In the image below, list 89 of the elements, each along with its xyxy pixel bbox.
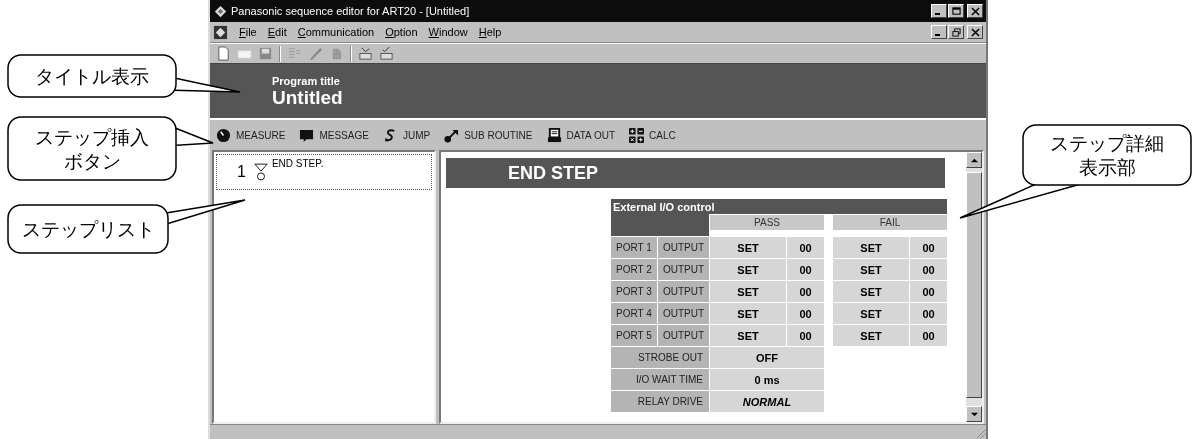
table-cell: PORT 3 [611,281,657,302]
minimize-button[interactable] [931,25,947,39]
program-title-value: Untitled [272,86,344,108]
stopwatch-icon [216,127,231,143]
table-cell: 00 [910,303,947,324]
step-insert-button[interactable]: JUMP [380,127,433,143]
callout-label: ボタン [63,148,121,173]
table-cell: PORT 2 [611,259,657,280]
maximize-button[interactable] [948,4,964,18]
table-cell: SET [710,325,786,346]
table-cell: RELAY DRIVE [611,391,709,412]
close-button[interactable] [967,4,983,18]
end-step-icon [253,163,268,181]
tray-check-icon[interactable] [379,46,394,61]
table-cell: 00 [910,281,947,302]
down-arrow-icon [970,410,978,418]
table-cell: SET [833,303,909,324]
table-cell: OUTPUT [658,281,709,302]
scrollbar-thumb[interactable] [966,172,982,398]
step-insert-button[interactable]: MESSAGE [297,127,371,143]
table-cell: SET [833,325,909,346]
restore-icon [951,27,961,37]
callout-label: ステップ挿入 [35,124,149,149]
tray-icon[interactable] [358,46,373,61]
ball-arrow-icon [444,127,460,143]
speech-bubble-icon [299,127,315,143]
table-cell: SET [710,259,786,280]
step-heading: END STEP [446,158,945,188]
table-cell: 00 [910,325,947,346]
table-cell: 00 [787,237,824,258]
step-insert-button[interactable]: DATA OUT [544,127,618,143]
table-cell: OUTPUT [658,259,709,280]
scroll-up-button[interactable] [966,152,982,168]
table-cell: OUTPUT [658,237,709,258]
table-cell: 00 [910,237,947,258]
table-cell: 00 [787,303,824,324]
table-cell: PORT 1 [611,237,657,258]
table-cell: 00 [787,259,824,280]
table-cell: OFF [710,347,824,368]
column-header: PASS [710,215,824,230]
callout-label: ステップリスト [21,217,155,241]
table-cell: SET [710,237,786,258]
restore-button[interactable] [948,25,964,39]
table-cell: SET [833,259,909,280]
minimize-icon [934,34,940,36]
callout-label: タイトル表示 [35,64,149,88]
menu-item[interactable]: File [239,26,257,38]
table-cell: SET [833,281,909,302]
table-cell: SET [710,303,786,324]
table-cell: 0 ms [710,369,824,390]
table-cell: 00 [910,259,947,280]
step-insert-button[interactable]: SUB ROUTINE [442,127,535,143]
table-title: External I/O control [611,199,947,214]
minimize-button[interactable] [931,4,947,18]
column-header: FAIL [833,215,947,230]
close-button[interactable] [967,25,983,39]
table-cell: STROBE OUT [611,347,709,368]
step-insert-button[interactable]: CALC [627,127,678,143]
maximize-icon [951,6,961,16]
table-cell: OUTPUT [658,325,709,346]
calculator-keys-icon [629,127,645,143]
table-cell: PORT 5 [611,325,657,346]
menu-item[interactable]: Window [428,26,468,38]
callout-label: 表示部 [1078,155,1136,179]
table-cell: SET [833,237,909,258]
resize-grip-icon [974,427,986,439]
menu-item[interactable]: Edit [267,26,287,38]
step-item[interactable]: 1 END STEP. [216,154,432,190]
minimize-icon [934,13,940,15]
menu-item[interactable]: Help [478,26,502,38]
new-file-icon[interactable] [216,46,231,61]
table-cell: NORMAL [710,391,824,412]
menu-item[interactable]: Option [385,26,418,38]
table-cell: PORT 4 [611,303,657,324]
window-title: Panasonic sequence editor for ART20 - [Untitled] [231,5,470,17]
table-cell: OUTPUT [658,303,709,324]
document-logo-icon [213,24,228,40]
program-title-label: Program title [272,74,341,87]
up-arrow-icon [970,156,978,164]
scroll-down-button[interactable] [966,406,982,422]
app-logo-icon [213,3,228,19]
table-cell: SET [710,281,786,302]
table-cell: I/O WAIT TIME [611,369,709,390]
callout-label: ステップ詳細 [1050,131,1164,155]
step-insert-button[interactable]: MEASURE [214,127,288,143]
menu-item[interactable]: Communication [297,26,375,38]
printer-icon [546,127,562,143]
table-cell: 00 [787,325,824,346]
table-cell: 00 [787,281,824,302]
